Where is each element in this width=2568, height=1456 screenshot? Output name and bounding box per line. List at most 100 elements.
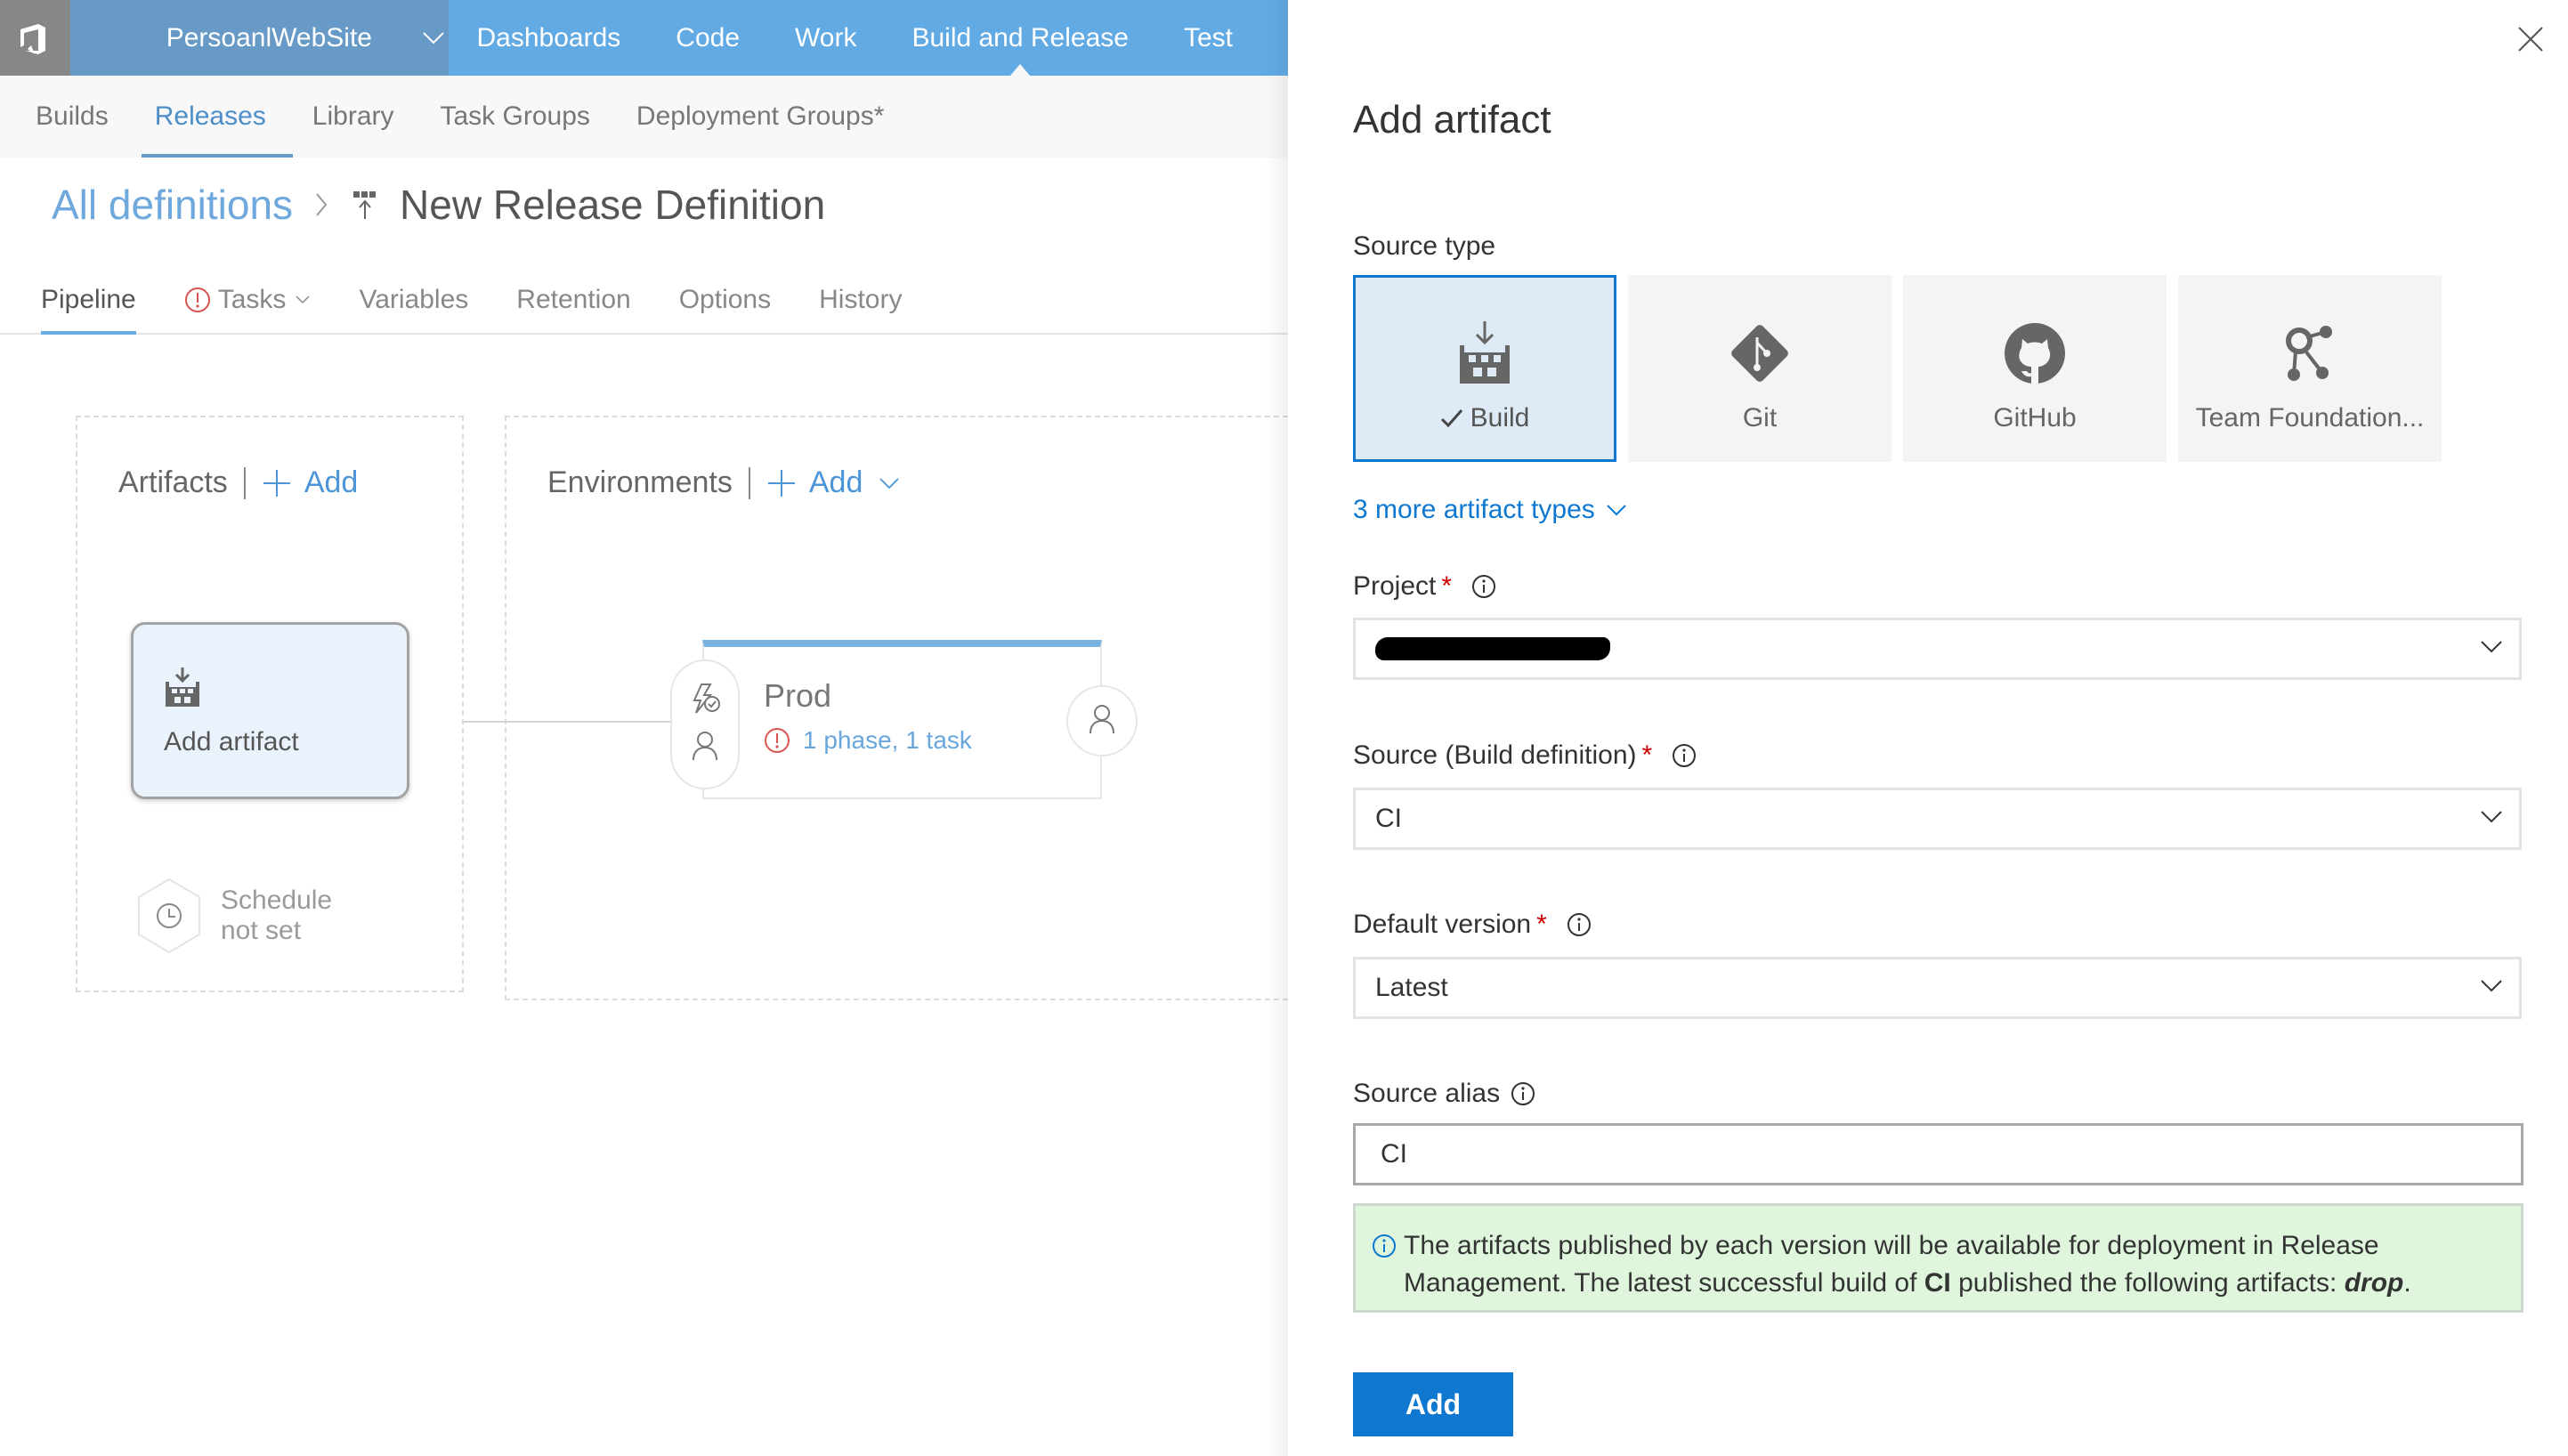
tfvc-icon <box>2281 321 2338 385</box>
add-artifact-card[interactable]: Add artifact <box>131 622 409 799</box>
subnav-task-groups[interactable]: Task Groups <box>441 76 590 158</box>
tab-options[interactable]: Options <box>679 267 771 333</box>
top-navigation-bar: PersoanlWebSite Dashboards Code Work Bui… <box>0 0 1288 76</box>
redacted-project-value <box>1375 637 1610 660</box>
tab-pipeline[interactable]: Pipeline <box>41 267 136 335</box>
breadcrumb: All definitions New Release Definition <box>52 174 825 236</box>
plus-icon <box>766 468 797 498</box>
environments-title: Environments <box>547 465 733 499</box>
tab-label: History <box>819 285 903 314</box>
git-icon <box>1728 321 1792 385</box>
chevron-down-icon <box>2480 810 2503 824</box>
tile-label: Build <box>1440 403 1529 433</box>
schedule-label: Schedule not set <box>221 886 332 946</box>
clock-icon <box>135 878 203 954</box>
build-icon <box>1458 321 1511 385</box>
source-type-git[interactable]: Git <box>1628 275 1892 462</box>
source-type-team-foundation[interactable]: Team Foundation... <box>2178 275 2442 462</box>
tab-history[interactable]: History <box>819 267 902 333</box>
tab-tasks[interactable]: Tasks <box>184 267 312 333</box>
chevron-right-icon <box>314 191 328 218</box>
github-icon <box>2003 321 2067 385</box>
definition-tabs: Pipeline Tasks Variables Retention Optio… <box>0 267 1288 335</box>
input-value: CI <box>1381 1139 1407 1169</box>
source-type-github[interactable]: GitHub <box>1903 275 2167 462</box>
info-text-2: published the following artifacts: <box>1950 1268 2345 1298</box>
vsts-logo[interactable] <box>0 0 70 76</box>
info-message-text: The artifacts published by each version … <box>1404 1227 2503 1310</box>
tab-label: Pipeline <box>41 285 136 314</box>
info-artifact-name: drop <box>2344 1268 2404 1298</box>
label-text: Default version <box>1353 910 1532 939</box>
label-text: Source alias <box>1353 1079 1501 1108</box>
breadcrumb-all-definitions[interactable]: All definitions <box>52 181 293 229</box>
source-alias-label: Source alias <box>1353 1079 1535 1109</box>
tile-label: Team Foundation... <box>2195 403 2425 433</box>
info-build-name: CI <box>1924 1268 1951 1298</box>
tab-label: Variables <box>359 285 469 314</box>
label-text: Source type <box>1353 231 1496 261</box>
project-dropdown[interactable] <box>1353 618 2522 680</box>
pipeline-canvas: Artifacts Add Environments Add Add artif… <box>0 336 1306 1456</box>
nav-build-and-release[interactable]: Build and Release <box>911 0 1129 76</box>
dropdown-value: Latest <box>1375 973 1448 1002</box>
source-type-label: Source type <box>1353 231 1495 262</box>
subnav-releases[interactable]: Releases <box>141 76 293 158</box>
tab-retention[interactable]: Retention <box>516 267 630 333</box>
more-types-label: 3 more artifact types <box>1353 495 1595 524</box>
info-icon[interactable] <box>1567 912 1592 937</box>
chevron-down-icon <box>2480 640 2503 654</box>
chevron-down-icon <box>2480 979 2503 993</box>
nav-dashboards[interactable]: Dashboards <box>477 0 621 76</box>
pre-deployment-conditions[interactable] <box>670 659 740 789</box>
release-definition-editor: PersoanlWebSite Dashboards Code Work Bui… <box>0 0 1306 1456</box>
default-version-dropdown[interactable]: Latest <box>1353 957 2522 1019</box>
checkmark-icon <box>1440 408 1463 428</box>
info-icon[interactable] <box>1672 743 1697 768</box>
label-text: Source (Build definition) <box>1353 740 1637 770</box>
info-icon <box>1372 1234 1397 1310</box>
environment-name: Prod <box>764 677 832 714</box>
chevron-down-icon <box>295 295 311 305</box>
add-environment-link[interactable]: Add <box>766 465 901 500</box>
subnav-deployment-groups[interactable]: Deployment Groups* <box>636 76 884 158</box>
info-icon[interactable] <box>1511 1081 1535 1106</box>
source-type-build[interactable]: Build <box>1353 275 1616 462</box>
required-marker: * <box>1441 571 1453 601</box>
add-artifact-link[interactable]: Add <box>262 465 359 500</box>
add-label: Add <box>808 465 863 499</box>
more-artifact-types-link[interactable]: 3 more artifact types <box>1353 495 1627 525</box>
post-deployment-approvers[interactable] <box>1066 685 1138 756</box>
nav-test[interactable]: Test <box>1184 0 1233 76</box>
project-label: Project * <box>1353 571 1496 602</box>
divider <box>748 466 750 499</box>
label-text: Project <box>1353 571 1437 601</box>
tab-variables[interactable]: Variables <box>359 267 468 333</box>
nav-code[interactable]: Code <box>676 0 740 76</box>
trigger-icon <box>689 683 721 719</box>
release-definition-icon <box>352 190 378 220</box>
warning-icon <box>764 727 790 754</box>
close-button[interactable] <box>2515 23 2547 55</box>
subnav-library[interactable]: Library <box>312 76 394 158</box>
project-selector[interactable]: PersoanlWebSite <box>69 0 449 76</box>
page-title: New Release Definition <box>400 182 826 228</box>
artifact-info-message: The artifacts published by each version … <box>1353 1203 2523 1313</box>
schedule-line-2: not set <box>221 916 302 945</box>
add-button[interactable]: Add <box>1353 1372 1513 1436</box>
info-text-3: . <box>2403 1268 2411 1298</box>
plus-icon <box>262 468 292 498</box>
add-label: Add <box>304 465 359 499</box>
tab-label: Options <box>678 285 772 314</box>
environment-card-prod[interactable] <box>702 640 1102 799</box>
main-nav: Dashboards Code Work Build and Release T… <box>449 0 1288 76</box>
nav-work[interactable]: Work <box>795 0 856 76</box>
subnav-builds[interactable]: Builds <box>36 76 109 158</box>
chevron-down-icon <box>422 31 445 45</box>
schedule-trigger[interactable]: Schedule not set <box>135 878 332 954</box>
artifacts-header: Artifacts Add <box>118 465 358 500</box>
source-build-definition-dropdown[interactable]: CI <box>1353 788 2522 850</box>
source-alias-input[interactable]: CI <box>1353 1123 2523 1185</box>
info-icon[interactable] <box>1471 574 1496 599</box>
environment-status[interactable]: 1 phase, 1 task <box>764 726 972 755</box>
